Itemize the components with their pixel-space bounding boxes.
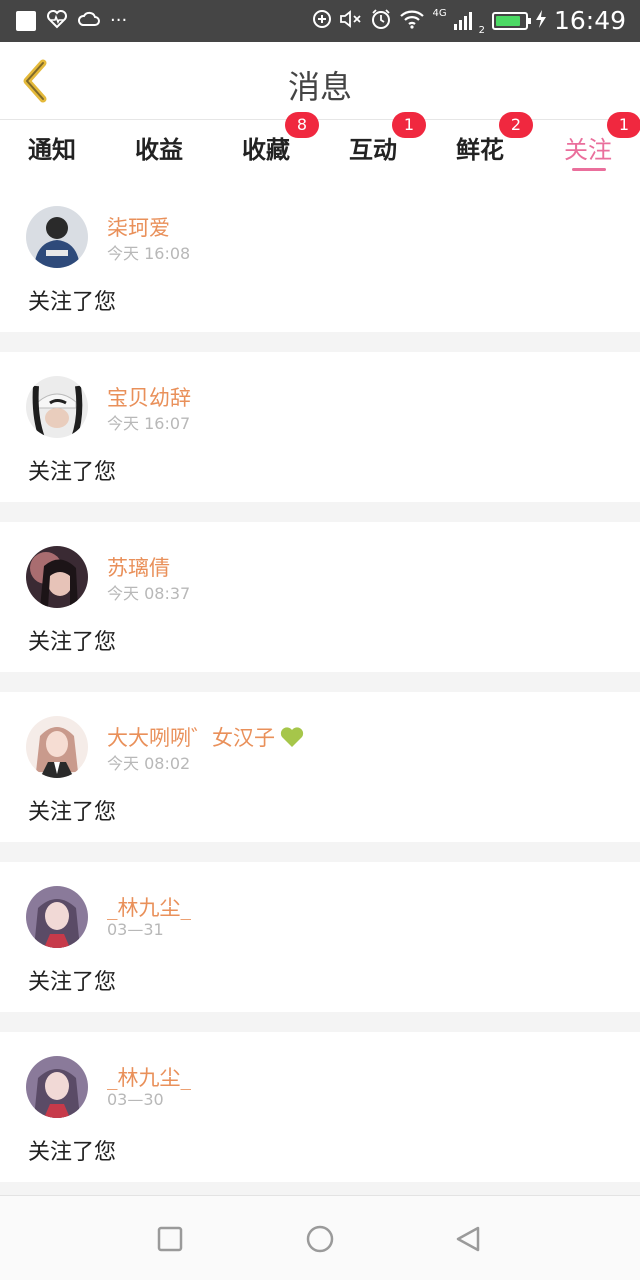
list-item[interactable]: 苏璃倩 今天 08:37 关注了您 <box>0 522 640 672</box>
timestamp: 03—30 <box>107 1090 164 1109</box>
list-item[interactable]: _林九尘_ 03—30 关注了您 <box>0 1032 640 1182</box>
unread-badge: 1 <box>392 112 426 138</box>
avatar[interactable] <box>26 1056 88 1118</box>
unread-badge: 2 <box>499 112 533 138</box>
cloud-icon <box>77 11 100 31</box>
timestamp: 今天 16:07 <box>107 414 191 433</box>
tab-interactions[interactable]: 互动 1 <box>328 112 426 182</box>
mute-icon <box>339 9 363 33</box>
user-name[interactable]: 宝贝幼辞 <box>107 382 191 412</box>
alarm-icon <box>370 8 392 34</box>
action-text: 关注了您 <box>28 970 117 995</box>
user-name[interactable]: 苏璃倩 <box>107 552 170 582</box>
notification-square-icon <box>16 11 36 31</box>
status-time: 16:49 <box>553 6 626 35</box>
recent-apps-button[interactable] <box>153 1222 187 1256</box>
tab-favorites[interactable]: 收藏 8 <box>221 112 319 182</box>
user-name[interactable]: _林九尘_ <box>107 1062 191 1092</box>
status-left-icons: ··· <box>16 9 127 33</box>
data-saver-icon <box>312 9 332 33</box>
page-title: 消息 <box>287 68 352 106</box>
user-name[interactable]: 大大咧咧゛女汉子 <box>107 722 305 752</box>
user-name[interactable]: _林九尘_ <box>107 892 191 922</box>
active-tab-indicator <box>572 168 606 171</box>
user-name[interactable]: 柒珂爱 <box>107 212 170 242</box>
recent-apps-square-icon <box>157 1226 183 1252</box>
sim-slot-label: 2 <box>478 25 485 36</box>
tab-notifications[interactable]: 通知 <box>7 120 97 182</box>
timestamp: 03—31 <box>107 920 164 939</box>
list-item[interactable]: 柒珂爱 今天 16:08 关注了您 <box>0 182 640 332</box>
tab-follows[interactable]: 关注 1 <box>543 112 640 182</box>
user-name-text: 大大咧咧゛女汉子 <box>107 726 275 750</box>
tab-label: 通知 <box>28 135 76 164</box>
unread-badge: 8 <box>285 112 319 138</box>
avatar[interactable] <box>26 376 88 438</box>
signal-icon <box>453 12 472 30</box>
system-back-button[interactable] <box>451 1222 485 1256</box>
back-triangle-icon <box>456 1226 480 1252</box>
battery-level-fill <box>495 16 520 26</box>
wifi-icon <box>399 9 425 33</box>
action-text: 关注了您 <box>28 290 117 315</box>
avatar[interactable] <box>26 716 88 778</box>
tab-flowers[interactable]: 鲜花 2 <box>435 112 533 182</box>
avatar[interactable] <box>26 886 88 948</box>
heart-pulse-icon <box>46 9 68 33</box>
tab-label: 收益 <box>135 135 183 164</box>
charging-icon <box>535 9 547 33</box>
action-text: 关注了您 <box>28 1140 117 1165</box>
timestamp: 今天 08:37 <box>107 584 191 603</box>
more-dots-icon: ··· <box>110 10 128 31</box>
timestamp: 今天 16:08 <box>107 244 191 263</box>
avatar[interactable] <box>26 546 88 608</box>
home-button[interactable] <box>303 1222 337 1256</box>
tab-bar: 通知 收益 收藏 8 互动 1 鲜花 2 关注 1 <box>0 112 640 182</box>
list-item[interactable]: 大大咧咧゛女汉子 今天 08:02 关注了您 <box>0 692 640 842</box>
network-type-label: 4G <box>432 8 447 19</box>
action-text: 关注了您 <box>28 460 117 485</box>
system-nav-bar <box>0 1195 640 1280</box>
avatar[interactable] <box>26 206 88 268</box>
app-header: 消息 <box>0 42 640 120</box>
action-text: 关注了您 <box>28 630 117 655</box>
list-item[interactable]: 宝贝幼辞 今天 16:07 关注了您 <box>0 352 640 502</box>
green-heart-icon <box>280 727 304 747</box>
list-item[interactable]: _林九尘_ 03—31 关注了您 <box>0 862 640 1012</box>
battery-icon <box>491 12 531 30</box>
home-circle-icon <box>306 1225 334 1253</box>
timestamp: 今天 08:02 <box>107 754 191 773</box>
status-bar: ··· 4G 2 16:49 <box>0 0 640 42</box>
action-text: 关注了您 <box>28 800 117 825</box>
unread-badge: 1 <box>607 112 640 138</box>
tab-earnings[interactable]: 收益 <box>114 120 204 182</box>
status-right-icons: 4G 2 16:49 <box>312 6 626 36</box>
